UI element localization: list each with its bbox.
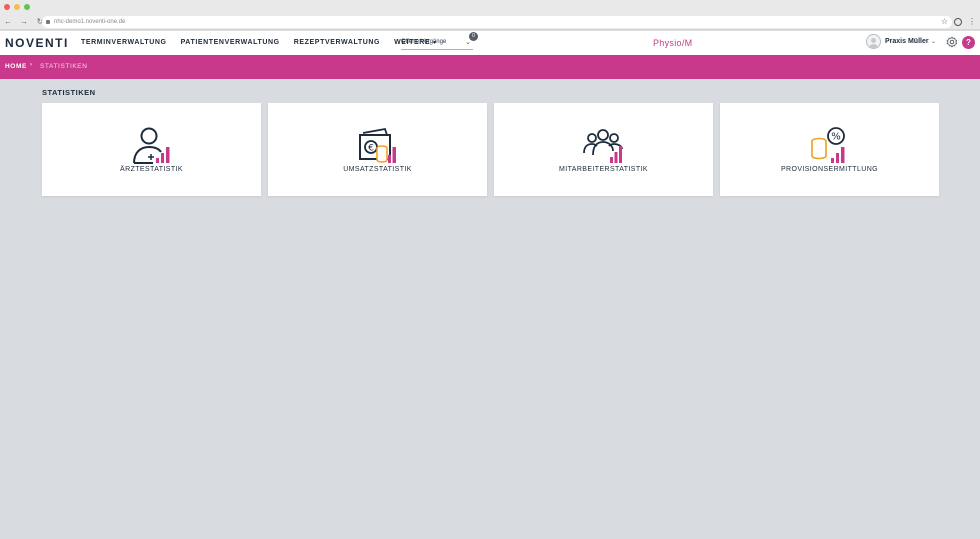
card-provisionsermittlung[interactable]: % PROVISIONSERMITTLUNG [720,103,939,196]
address-bar[interactable]: nhc-demo1.noventi-one.de [42,16,952,28]
url-text: nhc-demo1.noventi-one.de [54,19,126,25]
gear-icon[interactable] [946,36,958,48]
noventi-logo[interactable]: NOVENTI [5,36,69,50]
svg-text:%: % [831,132,841,143]
browser-menu-icon[interactable]: ⋮ [968,17,976,27]
help-button[interactable]: ? [962,36,975,49]
back-arrow-icon[interactable]: ← [4,17,12,27]
commission-icon: % [811,127,845,163]
nav-terminverwaltung[interactable]: TERMINVERWALTUNG [81,39,167,46]
revenue-statistics-icon: € [359,127,396,163]
svg-text:€: € [368,144,374,154]
nav-patientenverwaltung[interactable]: PATIENTENVERWALTUNG [181,39,280,46]
nav-rezeptverwaltung[interactable]: REZEPTVERWALTUNG [294,39,380,46]
logo-text: NOVENTI [5,36,69,50]
card-mitarbeiterstatistik[interactable]: MITARBEITERSTATISTIK [494,103,713,196]
avatar [866,34,881,49]
user-menu[interactable]: Praxis Müller [866,34,929,49]
maximize-window-button[interactable] [24,4,30,10]
open-tasks-dropdown[interactable]: Offene Vorgänge ⌄ [401,37,473,50]
card-label: UMSATZSTATISTIK [343,166,412,173]
dropdown-value: Offene Vorgänge [401,39,447,45]
main-navigation: TERMINVERWALTUNG PATIENTENVERWALTUNG REZ… [81,39,438,46]
doctor-statistics-icon [133,127,170,164]
breadcrumb-separator-icon: › [30,62,33,68]
card-label: PROVISIONSERMITTLUNG [780,166,879,173]
user-name: Praxis Müller [885,38,929,45]
minimize-window-button[interactable] [14,4,20,10]
window-controls [4,4,30,10]
browser-chrome: ← → ↻ nhc-demo1.noventi-one.de ☆ ⋮ [0,0,980,30]
breadcrumb-current: STATISTIKEN [40,63,88,70]
breadcrumb: HOME › STATISTIKEN [0,55,980,79]
page-title: STATISTIKEN [42,88,96,97]
browser-profile-icon[interactable] [954,18,962,26]
card-umsatzstatistik[interactable]: € UMSATZSTATISTIK [268,103,487,196]
brand-title: Physio/M [653,38,693,48]
close-window-button[interactable] [4,4,10,10]
user-menu-chevron-icon[interactable]: ⌄ [931,38,936,45]
employee-statistics-icon [583,129,623,163]
star-icon[interactable]: ☆ [941,17,948,27]
card-label: ÄRZTESTATISTIK [120,166,183,173]
app-header: NOVENTI TERMINVERWALTUNG PATIENTENVERWAL… [0,31,980,55]
open-tasks-badge: 0 [469,32,478,41]
breadcrumb-home[interactable]: HOME [5,63,27,70]
card-aerztestatistik[interactable]: ÄRZTESTATISTIK [42,103,261,196]
card-label: MITARBEITERSTATISTIK [559,166,648,173]
lock-icon [46,20,50,24]
forward-arrow-icon[interactable]: → [20,17,28,27]
